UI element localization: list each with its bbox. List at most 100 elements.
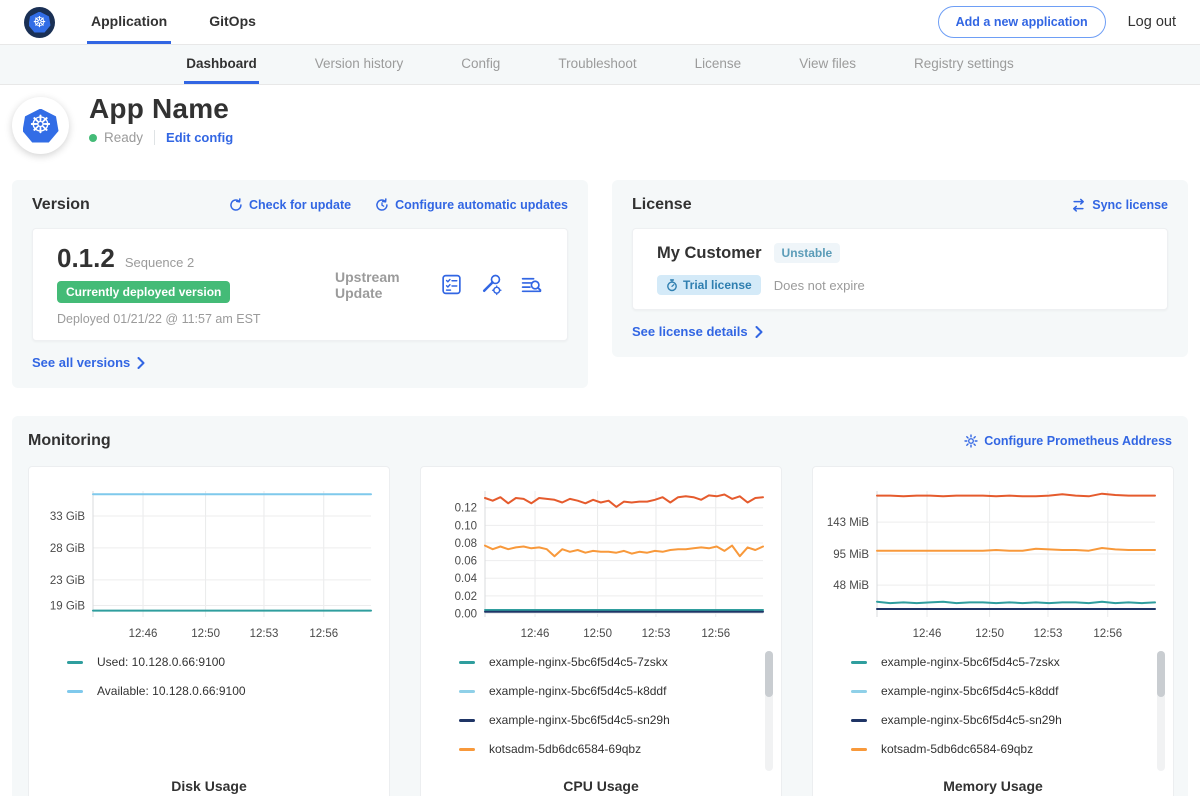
currently-deployed-badge: Currently deployed version (57, 281, 230, 303)
subnav-tab-version-history[interactable]: Version history (313, 45, 406, 84)
see-all-versions-link[interactable]: See all versions (32, 355, 568, 370)
divider (154, 130, 155, 145)
subnav-tab-dashboard[interactable]: Dashboard (184, 45, 259, 84)
topnav-tabs: Application GitOps (87, 0, 260, 44)
sync-license-link[interactable]: Sync license (1071, 198, 1168, 212)
add-new-application-button[interactable]: Add a new application (938, 6, 1106, 38)
chart-legend: example-nginx-5bc6f5d4c5-7zskx example-ng… (459, 655, 773, 756)
license-card: License Sync license My Customer Unstabl… (612, 180, 1188, 357)
customer-name: My Customer (657, 244, 762, 263)
config-wrench-icon[interactable] (480, 273, 503, 296)
legend-scrollbar[interactable] (765, 651, 773, 771)
release-notes-icon[interactable] (440, 273, 463, 296)
legend-swatch (67, 690, 83, 693)
legend-scrollbar-thumb[interactable] (1157, 651, 1165, 697)
subnav-tab-troubleshoot[interactable]: Troubleshoot (556, 45, 638, 84)
svg-text:12:56: 12:56 (309, 628, 338, 640)
trial-license-badge: Trial license (657, 275, 761, 295)
legend-item: example-nginx-5bc6f5d4c5-k8ddf (459, 684, 773, 698)
legend-label: kotsadm-5db6dc6584-69qbz (489, 742, 641, 756)
legend-item: kotsadm-5db6dc6584-69qbz (459, 742, 773, 756)
license-details-row: My Customer Unstable Trial license Does … (632, 228, 1168, 310)
channel-badge: Unstable (774, 243, 841, 263)
legend-label: example-nginx-5bc6f5d4c5-k8ddf (881, 684, 1058, 698)
version-sequence: Sequence 2 (125, 255, 194, 270)
svg-text:12:56: 12:56 (701, 628, 730, 640)
legend-item: example-nginx-5bc6f5d4c5-k8ddf (851, 684, 1165, 698)
kubernetes-heptagon-icon: ☸ (23, 109, 59, 143)
legend-swatch (459, 719, 475, 722)
check-for-update-link[interactable]: Check for update (229, 198, 351, 212)
ship-wheel-icon: ☸ (33, 15, 46, 30)
monitoring-card: Monitoring Configure Prometheus Address … (12, 416, 1188, 796)
legend-swatch (851, 661, 867, 664)
stopwatch-icon (666, 279, 678, 292)
legend-item: Used: 10.128.0.66:9100 (67, 655, 381, 669)
svg-text:0.06: 0.06 (455, 556, 477, 568)
kubernetes-logo[interactable]: ☸ (24, 7, 55, 38)
legend-item: kotsadm-5db6dc6584-69qbz (851, 742, 1165, 756)
legend-swatch (459, 748, 475, 751)
legend-label: example-nginx-5bc6f5d4c5-sn29h (881, 713, 1062, 727)
svg-text:12:46: 12:46 (129, 628, 158, 640)
svg-text:0.12: 0.12 (455, 503, 477, 515)
svg-text:12:53: 12:53 (250, 628, 279, 640)
top-navbar: ☸ Application GitOps Add a new applicatio… (0, 0, 1200, 45)
legend-swatch (459, 690, 475, 693)
legend-swatch (67, 661, 83, 664)
kubernetes-heptagon-icon: ☸ (29, 12, 51, 33)
legend-swatch (851, 690, 867, 693)
charts-row: 12:46 12:50 12:53 12:56 33 GiB 28 GiB 23 GiB 19… (28, 466, 1172, 796)
svg-text:33 GiB: 33 GiB (50, 511, 85, 523)
chart-plot: 12:4612:5012:5312:560.120.100.080.060.04… (429, 479, 773, 647)
configure-automatic-updates-link[interactable]: Configure automatic updates (375, 198, 568, 212)
svg-text:95 MiB: 95 MiB (833, 549, 869, 561)
see-license-details-link[interactable]: See license details (632, 324, 1168, 339)
svg-text:19 GiB: 19 GiB (50, 600, 85, 612)
svg-text:12:50: 12:50 (191, 628, 220, 640)
legend-label: Used: 10.128.0.66:9100 (97, 655, 225, 669)
subnav-tab-registry-settings[interactable]: Registry settings (912, 45, 1016, 84)
chart-title: CPU Usage (421, 778, 781, 794)
svg-text:48 MiB: 48 MiB (833, 580, 869, 592)
legend-item: example-nginx-5bc6f5d4c5-sn29h (459, 713, 773, 727)
svg-text:28 GiB: 28 GiB (50, 543, 85, 555)
svg-text:23 GiB: 23 GiB (50, 575, 85, 587)
chevron-right-icon (755, 326, 763, 338)
topnav-tab-gitops[interactable]: GitOps (205, 0, 260, 44)
legend-label: example-nginx-5bc6f5d4c5-7zskx (881, 655, 1060, 669)
svg-text:12:56: 12:56 (1093, 628, 1122, 640)
chart-title: Disk Usage (29, 778, 389, 794)
chevron-right-icon (137, 357, 145, 369)
svg-text:0.02: 0.02 (455, 591, 477, 603)
version-number: 0.1.2 (57, 243, 115, 274)
svg-text:12:46: 12:46 (913, 628, 942, 640)
app-logo: ☸ (12, 97, 69, 154)
logout-link[interactable]: Log out (1128, 14, 1176, 30)
legend-swatch (851, 719, 867, 722)
chart-plot: 12:46 12:50 12:53 12:56 33 GiB 28 GiB 23 GiB 19… (37, 479, 381, 647)
legend-scrollbar-thumb[interactable] (765, 651, 773, 697)
legend-scrollbar[interactable] (1157, 651, 1165, 771)
view-logs-icon[interactable] (520, 273, 543, 296)
subnav-tab-config[interactable]: Config (459, 45, 502, 84)
svg-text:12:50: 12:50 (975, 628, 1004, 640)
legend-label: example-nginx-5bc6f5d4c5-k8ddf (489, 684, 666, 698)
chart-legend: example-nginx-5bc6f5d4c5-7zskx example-ng… (851, 655, 1165, 756)
edit-config-link[interactable]: Edit config (166, 130, 233, 145)
subnav-tab-view-files[interactable]: View files (797, 45, 858, 84)
sync-arrows-icon (1071, 198, 1086, 212)
topnav-tab-application[interactable]: Application (87, 0, 171, 44)
svg-text:0.08: 0.08 (455, 538, 477, 550)
svg-text:12:53: 12:53 (1034, 628, 1063, 640)
version-source: Upstream Update (315, 269, 440, 301)
legend-label: example-nginx-5bc6f5d4c5-7zskx (489, 655, 668, 669)
legend-item: Available: 10.128.0.66:9100 (67, 684, 381, 698)
subnav-tab-license[interactable]: License (693, 45, 744, 84)
disk-usage-chart-card: 12:46 12:50 12:53 12:56 33 GiB 28 GiB 23 GiB 19… (28, 466, 390, 796)
legend-label: example-nginx-5bc6f5d4c5-sn29h (489, 713, 670, 727)
configure-prometheus-link[interactable]: Configure Prometheus Address (964, 434, 1172, 448)
license-card-title: License (632, 196, 692, 214)
chart-plot: 12:4612:5012:5312:56143 MiB95 MiB48 MiB (821, 479, 1165, 647)
svg-text:12:50: 12:50 (583, 628, 612, 640)
